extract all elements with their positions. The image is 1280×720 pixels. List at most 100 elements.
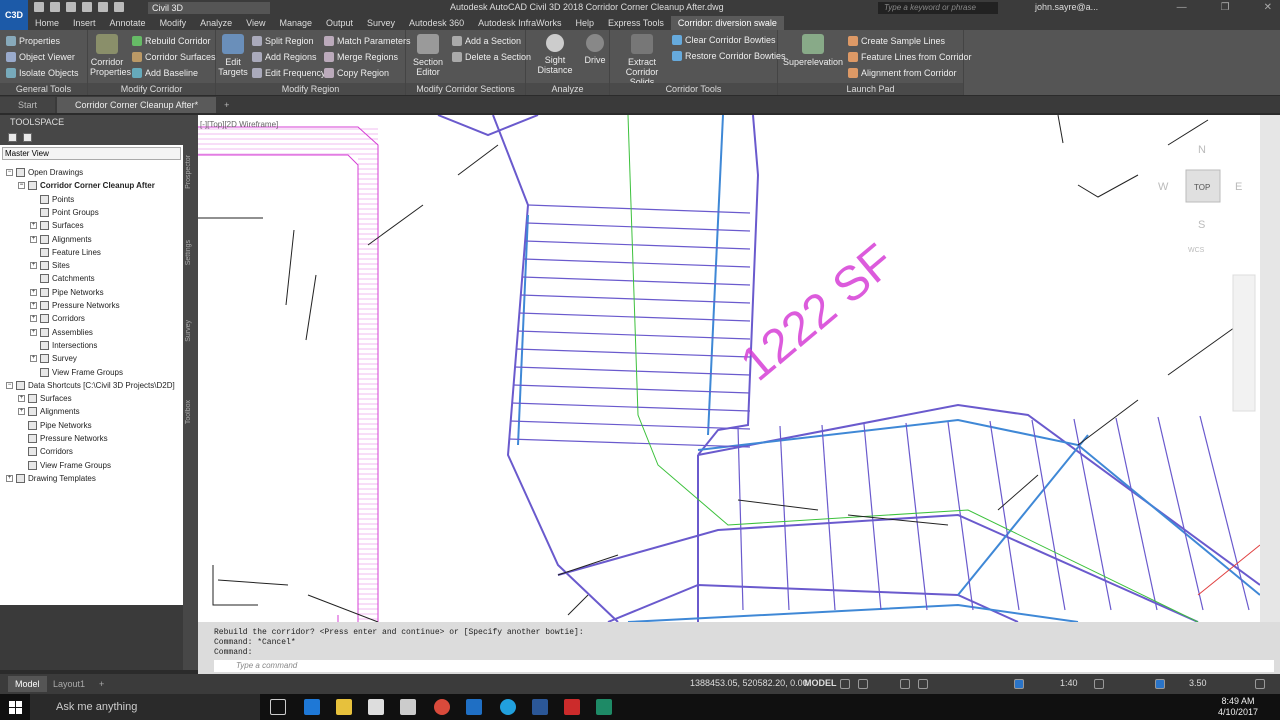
grid-icon[interactable]	[840, 679, 850, 689]
tree-expander[interactable]: +	[30, 355, 37, 363]
tree-node[interactable]: − Corridor Corner Cleanup After	[18, 181, 155, 191]
tree-node[interactable]: + Alignments	[30, 234, 92, 244]
rebuild-corridor-button[interactable]: Rebuild Corridor	[132, 36, 211, 46]
ribbon-tab[interactable]: Survey	[360, 16, 402, 30]
ribbon-tab[interactable]: Autodesk InfraWorks	[471, 16, 568, 30]
match-parameters-button[interactable]: Match Parameters	[324, 36, 411, 46]
tree-expander[interactable]: −	[6, 381, 13, 389]
viewcube-south[interactable]: S	[1198, 219, 1205, 231]
panel-title[interactable]: Modify Corridor	[88, 83, 215, 95]
tree-expander[interactable]: +	[6, 474, 13, 482]
close-button[interactable]: ✕	[1264, 2, 1272, 13]
tree-node[interactable]: Corridors	[18, 447, 73, 457]
grid-icon[interactable]	[8, 132, 17, 142]
lineweight-value[interactable]: 3.50	[1189, 678, 1207, 688]
navigation-bar[interactable]	[1232, 274, 1256, 412]
drawing-viewport[interactable]: [-][Top][2D Wireframe] 1222 SF TOP N S E…	[198, 115, 1260, 622]
tree-node[interactable]: Intersections	[30, 340, 97, 350]
add-regions-button[interactable]: Add Regions	[252, 52, 317, 62]
autocad-icon[interactable]	[564, 699, 580, 715]
cortana-search[interactable]: Ask me anything	[30, 694, 260, 720]
tab-prospector[interactable]: Prospector	[185, 155, 192, 189]
user-name[interactable]: john.sayre@a...	[1035, 2, 1098, 12]
panel-title[interactable]: Modify Region	[216, 83, 405, 95]
tree-node[interactable]: Feature Lines	[30, 247, 101, 257]
skype-icon[interactable]	[500, 699, 516, 715]
ribbon-tab[interactable]: Help	[568, 16, 601, 30]
gear-icon[interactable]	[1094, 679, 1104, 689]
tree-expander[interactable]: +	[30, 235, 37, 243]
clear-bowties-button[interactable]: Clear Corridor Bowties	[672, 35, 776, 45]
tree-node[interactable]: + Assemblies	[30, 327, 93, 337]
alignment-from-corridor-button[interactable]: Alignment from Corridor	[848, 68, 957, 78]
help-search-input[interactable]: Type a keyword or phrase	[878, 2, 998, 14]
tree-expander[interactable]: +	[30, 315, 37, 323]
tree-node[interactable]: View Frame Groups	[30, 367, 123, 377]
extract-corridor-solids-button[interactable]: Extract Corridor Solids	[614, 34, 670, 87]
viewcube[interactable]: TOP N S E W WCS	[1158, 144, 1242, 254]
create-sample-lines-button[interactable]: Create Sample Lines	[848, 36, 945, 46]
workspace-selector[interactable]: Civil 3D	[148, 2, 270, 14]
copy-region-button[interactable]: Copy Region	[324, 68, 389, 78]
add-section-button[interactable]: Add a Section	[452, 36, 521, 46]
tree-expander[interactable]: +	[18, 395, 25, 403]
tree-expander[interactable]: +	[30, 302, 37, 309]
ribbon-tab[interactable]: Express Tools	[601, 16, 671, 30]
print-icon[interactable]	[82, 2, 92, 12]
superelevation-button[interactable]: Superelevation	[782, 34, 844, 67]
viewport-label[interactable]: [-][Top][2D Wireframe]	[200, 120, 278, 129]
delete-section-button[interactable]: Delete a Section	[452, 52, 531, 62]
tab-drawing[interactable]: Corridor Corner Cleanup After*	[57, 97, 217, 113]
split-region-button[interactable]: Split Region	[252, 36, 314, 46]
tree-expander[interactable]: +	[30, 328, 37, 336]
add-baseline-button[interactable]: Add Baseline	[132, 68, 198, 78]
tree-node[interactable]: + Survey	[30, 354, 77, 364]
tree-expander[interactable]: −	[6, 169, 13, 176]
tree-node[interactable]: + Surfaces	[18, 394, 72, 404]
minimize-button[interactable]: —	[1177, 2, 1187, 13]
ribbon-tab[interactable]: Modify	[153, 16, 194, 30]
feature-lines-from-corridor-button[interactable]: Feature Lines from Corridor	[848, 52, 972, 62]
edit-frequency-button[interactable]: Edit Frequency	[252, 68, 326, 78]
new-icon[interactable]	[34, 2, 44, 12]
properties-button[interactable]: Properties	[6, 36, 60, 46]
tab-model[interactable]: Model	[8, 676, 47, 692]
object-viewer-button[interactable]: Object Viewer	[6, 52, 75, 62]
outlook-icon[interactable]	[466, 699, 482, 715]
panel-title[interactable]: Launch Pad	[778, 83, 963, 95]
tree-node[interactable]: Pipe Networks	[18, 420, 92, 430]
ribbon-tab[interactable]: Analyze	[193, 16, 239, 30]
viewcube-top[interactable]: TOP	[1194, 183, 1210, 192]
tree-node[interactable]: + Corridors	[30, 314, 85, 324]
word-icon[interactable]	[532, 699, 548, 715]
corridor-properties-button[interactable]: Corridor Properties	[90, 34, 131, 77]
tree-expander[interactable]: +	[30, 222, 37, 230]
tree-node[interactable]: Catchments	[30, 274, 95, 284]
tree-node[interactable]: + Surfaces	[30, 221, 84, 231]
refresh-icon[interactable]	[23, 132, 32, 142]
model-space-toggle[interactable]: MODEL	[804, 678, 837, 688]
file-explorer-icon[interactable]	[336, 699, 352, 715]
ribbon-tab[interactable]: Output	[319, 16, 360, 30]
corridor-surfaces-button[interactable]: Corridor Surfaces	[132, 52, 216, 62]
wcs-menu[interactable]: WCS	[1188, 247, 1205, 254]
viewcube-east[interactable]: E	[1235, 181, 1242, 193]
new-tab-button[interactable]: +	[218, 97, 235, 113]
annotation-icon[interactable]	[1014, 679, 1024, 689]
tab-start[interactable]: Start	[0, 97, 56, 113]
restore-button[interactable]: ❐	[1221, 2, 1230, 13]
panel-title[interactable]: General Tools	[0, 83, 87, 95]
undo-icon[interactable]	[98, 2, 108, 12]
chrome-icon[interactable]	[434, 699, 450, 715]
ribbon-tab[interactable]: Corridor: diversion swale	[670, 16, 784, 30]
tree-expander[interactable]: +	[30, 262, 37, 270]
edge-icon[interactable]	[304, 699, 320, 715]
isolate-objects-button[interactable]: Isolate Objects	[6, 68, 79, 78]
tree-expander[interactable]: −	[18, 182, 25, 190]
tree-node[interactable]: + Pressure Networks	[30, 301, 120, 310]
store-icon[interactable]	[368, 699, 384, 715]
tree-node[interactable]: + Alignments	[18, 407, 80, 417]
redo-icon[interactable]	[114, 2, 124, 12]
application-menu-button[interactable]: C3D	[0, 0, 28, 30]
tree-node[interactable]: − Open Drawings	[6, 168, 83, 177]
